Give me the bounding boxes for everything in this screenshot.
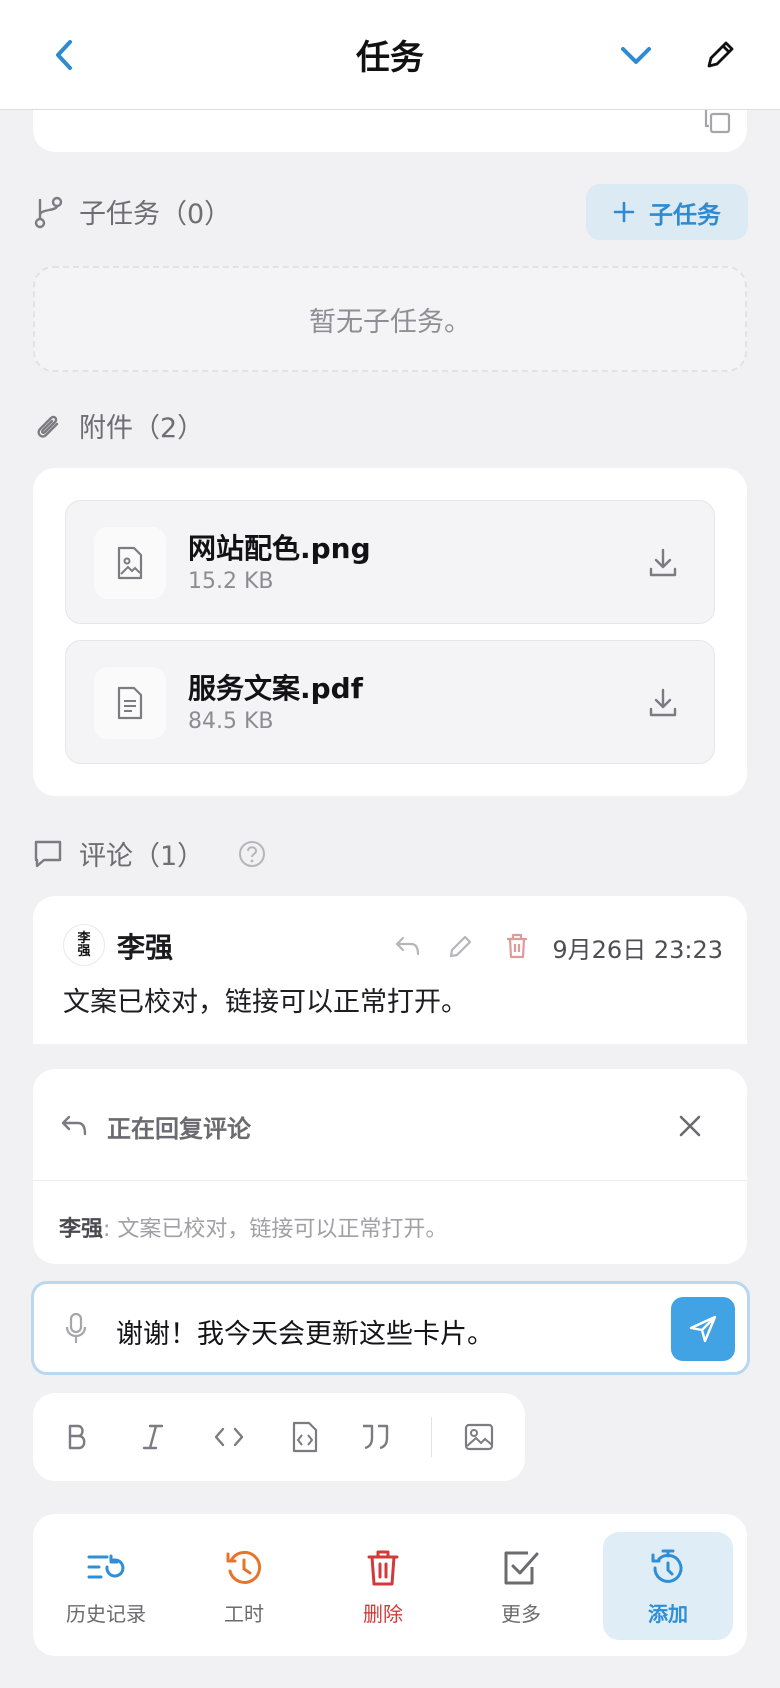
italic-button[interactable] — [131, 1415, 175, 1459]
tab-label: 更多 — [501, 1602, 541, 1626]
toolbar-divider — [431, 1417, 432, 1457]
tab-delete[interactable]: 删除 — [318, 1532, 448, 1640]
file-name: 服务文案.pdf — [188, 672, 363, 705]
comments-title: 评论（1） — [79, 841, 205, 872]
chevron-down-icon — [621, 47, 651, 64]
attachment-item[interactable]: 服务文案.pdf 84.5 KB — [65, 640, 715, 764]
quote-button[interactable] — [353, 1415, 397, 1459]
trash-icon — [507, 933, 527, 959]
italic-icon — [142, 1424, 164, 1450]
quote-author: 李强 — [59, 1217, 104, 1242]
attachment-item[interactable]: 网站配色.png 15.2 KB — [65, 500, 715, 624]
comments-header: 评论（1） — [33, 834, 266, 873]
comment-input[interactable]: 谢谢！我今天会更新这些卡片。 — [31, 1281, 750, 1375]
format-toolbar — [33, 1393, 525, 1481]
tab-label: 历史记录 — [66, 1602, 146, 1626]
code-block-button[interactable] — [283, 1415, 327, 1459]
edit-comment-button[interactable] — [443, 928, 479, 964]
tab-label: 添加 — [648, 1602, 688, 1626]
pencil-icon — [707, 41, 734, 68]
branch-icon — [34, 196, 63, 228]
input-value: 谢谢！我今天会更新这些卡片。 — [116, 1319, 494, 1350]
microphone-icon[interactable] — [64, 1312, 88, 1346]
trash-icon — [367, 1550, 399, 1586]
tab-add[interactable]: 添加 — [603, 1532, 733, 1640]
download-icon — [649, 548, 677, 577]
timer-add-icon — [651, 1549, 683, 1583]
comment-item: 李强 李强 9月26日 23:23 文案已校对，链接可以正常打开。 — [33, 896, 747, 1044]
clock-history-icon — [226, 1550, 262, 1584]
tab-history[interactable]: 历史记录 — [41, 1532, 171, 1640]
download-button[interactable] — [641, 541, 685, 585]
tab-label: 工时 — [224, 1602, 264, 1626]
reply-label: 正在回复评论 — [107, 1115, 251, 1143]
tab-worktime[interactable]: 工时 — [179, 1532, 309, 1640]
document-file-icon — [94, 667, 166, 739]
subtasks-title: 子任务（0） — [79, 199, 232, 230]
reply-quote: 李强: 文案已校对，链接可以正常打开。 — [59, 1211, 447, 1243]
send-icon — [689, 1315, 717, 1343]
paperclip-icon — [37, 415, 59, 438]
expand-button[interactable] — [611, 30, 661, 80]
comment-text: 文案已校对，链接可以正常打开。 — [63, 987, 468, 1018]
download-button[interactable] — [641, 681, 685, 725]
top-bar: 任务 — [0, 0, 780, 110]
attachments-title: 附件（2） — [79, 413, 205, 444]
send-button[interactable] — [671, 1297, 735, 1361]
checkbox-icon — [504, 1551, 539, 1585]
close-icon[interactable] — [677, 1113, 703, 1139]
history-list-icon — [87, 1554, 125, 1579]
page-title: 任务 — [356, 38, 424, 78]
quote-text: : 文案已校对，链接可以正常打开。 — [103, 1217, 448, 1242]
download-icon — [649, 688, 677, 717]
image-file-icon — [94, 527, 166, 599]
comment-icon — [34, 840, 62, 867]
add-subtask-button[interactable]: 子任务 — [586, 184, 748, 240]
image-icon — [464, 1423, 494, 1451]
avatar: 李强 — [63, 924, 105, 966]
empty-text: 暂无子任务。 — [309, 306, 471, 338]
code-button[interactable] — [207, 1415, 251, 1459]
tab-more[interactable]: 更多 — [456, 1532, 586, 1640]
bold-icon — [68, 1424, 86, 1450]
reply-icon — [395, 936, 420, 956]
copy-icon[interactable] — [701, 106, 735, 138]
attachments-card: 网站配色.png 15.2 KB 服务文案.pdf 84.5 KB — [33, 468, 747, 796]
bottom-action-bar: 历史记录 工时 删除 更多 添加 — [33, 1514, 747, 1656]
plus-icon — [613, 201, 635, 223]
delete-comment-button[interactable] — [499, 928, 535, 964]
file-size: 84.5 KB — [188, 709, 274, 734]
reply-panel: 正在回复评论 李强: 文案已校对，链接可以正常打开。 — [33, 1069, 747, 1264]
help-icon[interactable] — [238, 840, 266, 868]
comment-time: 9月26日 23:23 — [552, 936, 723, 964]
code-block-icon — [292, 1421, 318, 1453]
file-name: 网站配色.png — [188, 532, 371, 565]
reply-button[interactable] — [389, 928, 425, 964]
tab-label: 删除 — [363, 1602, 403, 1626]
subtasks-empty-state: 暂无子任务。 — [33, 266, 747, 372]
pencil-icon — [449, 935, 472, 958]
reply-header: 正在回复评论 — [33, 1069, 747, 1181]
reply-icon — [61, 1115, 87, 1136]
code-icon — [214, 1427, 244, 1447]
subtasks-header: 子任务（0） — [33, 192, 231, 231]
add-subtask-label: 子任务 — [649, 200, 721, 229]
quote-icon — [363, 1424, 389, 1450]
edit-button[interactable] — [695, 30, 745, 80]
attachments-header: 附件（2） — [33, 406, 204, 445]
comment-author: 李强 — [117, 931, 174, 964]
bold-button[interactable] — [55, 1415, 99, 1459]
file-size: 15.2 KB — [188, 569, 274, 594]
image-button[interactable] — [457, 1415, 501, 1459]
